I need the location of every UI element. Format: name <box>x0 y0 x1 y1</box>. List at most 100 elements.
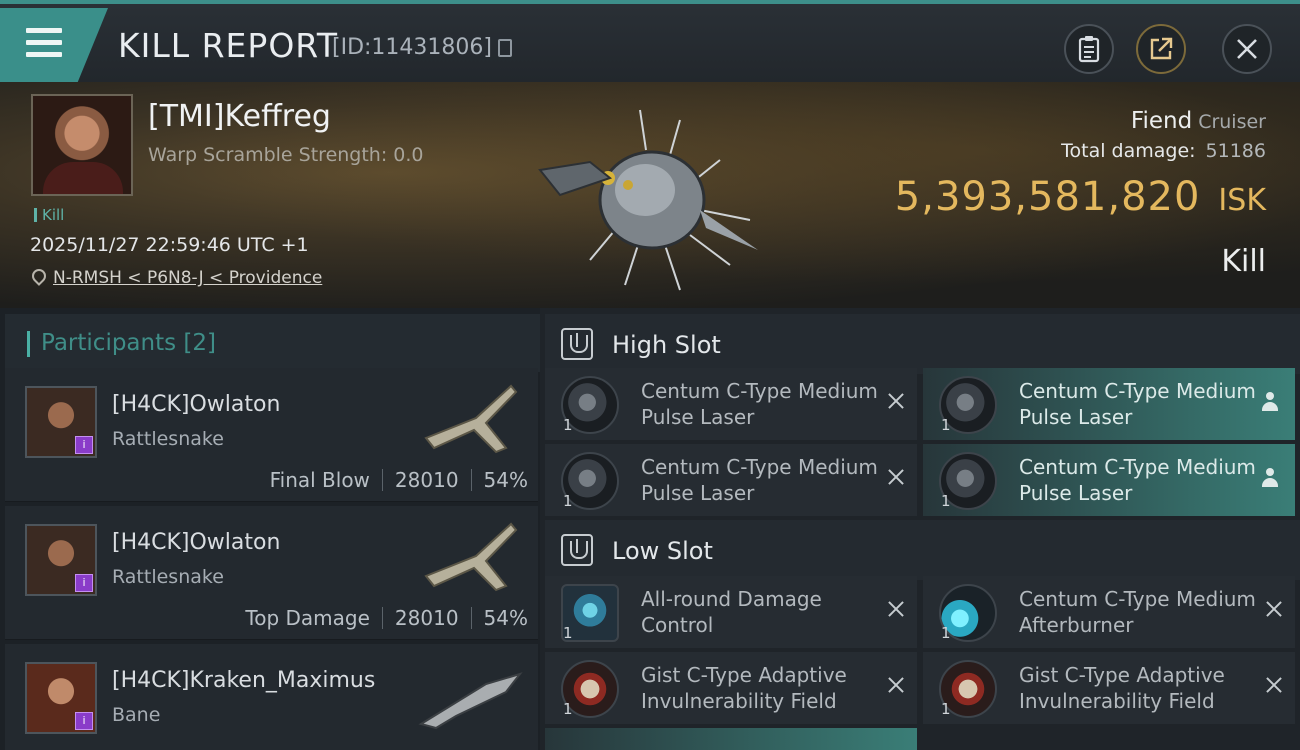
module-item[interactable]: 1 Gist C-Type Adaptive Invulnerability F… <box>923 652 1295 724</box>
module-quantity: 1 <box>563 492 573 510</box>
isk-amount: 5,393,581,820 <box>894 174 1201 220</box>
warp-scramble-strength: Warp Scramble Strength: 0.0 <box>148 144 424 166</box>
notes-button[interactable] <box>1064 24 1114 74</box>
participant-ship-image <box>424 384 518 454</box>
report-id: [ID:11431806] <box>332 35 492 60</box>
module-name: Centum C-Type Medium Pulse Laser <box>641 379 878 429</box>
module-quantity: 1 <box>941 624 951 642</box>
module-item[interactable]: 1 Gist C-Type Adaptive Invulnerability F… <box>545 652 917 724</box>
module-quantity: 1 <box>941 416 951 434</box>
menu-button[interactable] <box>0 8 108 82</box>
participant-role: Top Damage <box>245 606 370 630</box>
module-item[interactable]: 1 Centum C-Type Medium Pulse Laser <box>545 444 917 516</box>
participant-percent: 54% <box>483 468 528 492</box>
participant-ship: Rattlesnake <box>112 428 224 450</box>
total-damage-value: 51186 <box>1205 140 1266 162</box>
victim-name[interactable]: [TMI]Keffreg <box>148 99 331 134</box>
high-slot-header: High Slot <box>545 314 1300 374</box>
low-slot-label: Low Slot <box>612 537 713 565</box>
participant-name: [H4CK]Kraken_Maximus <box>112 668 376 693</box>
victim-ship[interactable]: Fiend Cruiser <box>1131 108 1266 134</box>
destroyed-icon <box>887 468 905 486</box>
victim-banner: [TMI]Keffreg Warp Scramble Strength: 0.0… <box>0 82 1300 308</box>
info-badge-icon: i <box>75 574 93 592</box>
low-slot-icon <box>561 534 593 566</box>
participant-row[interactable]: i [H4CK]Owlaton Rattlesnake Top Damage 28… <box>5 506 538 640</box>
victim-ship-image <box>538 109 758 291</box>
participant-stats: Final Blow 28010 54% <box>270 468 528 492</box>
title-bar: KILL REPORT [ID:11431806] <box>0 0 1300 82</box>
module-name: Centum C-Type Medium Pulse Laser <box>641 455 878 505</box>
ship-name: Fiend <box>1130 108 1193 134</box>
module-name: Centum C-Type Medium Pulse Laser <box>1019 455 1256 505</box>
total-damage-label: Total damage: <box>1061 140 1196 162</box>
participant-row[interactable]: i [H4CK]Owlaton Rattlesnake Final Blow 28… <box>5 368 538 502</box>
participant-name: [H4CK]Owlaton <box>112 392 281 417</box>
high-slot-icon <box>561 328 593 360</box>
module-quantity: 1 <box>563 624 573 642</box>
module-item[interactable]: 1 All-round Damage Control <box>545 576 917 648</box>
location-link[interactable]: N-RMSH < P6N8-J < Providence <box>53 268 322 288</box>
participant-stats: Top Damage 28010 54% <box>245 606 528 630</box>
total-damage: Total damage: 51186 <box>1061 140 1266 162</box>
isk-unit: ISK <box>1218 183 1266 218</box>
participants-panel: Participants [2] i [H4CK]Owlaton Rattles… <box>0 308 540 750</box>
ship-class: Cruiser <box>1198 111 1266 133</box>
module-name: Gist C-Type Adaptive Invulnerability Fie… <box>641 663 847 713</box>
module-item[interactable]: 1 Centum C-Type Medium Pulse Laser <box>545 368 917 440</box>
module-item[interactable]: 1 Centum C-Type Medium Pulse Laser <box>923 368 1295 440</box>
module-item-partial[interactable] <box>545 728 917 750</box>
share-button[interactable] <box>1136 24 1186 74</box>
module-name: Centum C-Type Medium Afterburner <box>1019 587 1256 637</box>
participants-title: Participants [2] <box>41 330 216 356</box>
module-name: All-round Damage Control <box>641 587 822 637</box>
hamburger-icon <box>26 28 62 58</box>
destroyed-icon <box>887 676 905 694</box>
participant-ship: Bane <box>112 704 161 726</box>
module-quantity: 1 <box>563 416 573 434</box>
clipboard-icon <box>1078 36 1100 63</box>
participant-role: Final Blow <box>269 468 370 492</box>
kill-datetime: 2025/11/27 22:59:46 UTC +1 <box>30 234 309 256</box>
close-button[interactable] <box>1222 24 1272 74</box>
result-label: Kill <box>1221 244 1266 279</box>
module-quantity: 1 <box>941 700 951 718</box>
module-name: Centum C-Type Medium Pulse Laser <box>1019 379 1256 429</box>
participant-ship-image <box>424 522 518 592</box>
module-item[interactable]: 1 Centum C-Type Medium Afterburner <box>923 576 1295 648</box>
participants-header: Participants [2] <box>5 314 540 372</box>
kill-tag: Kill <box>34 206 64 224</box>
share-icon <box>1150 37 1173 60</box>
destroyed-icon <box>887 600 905 618</box>
info-badge-icon: i <box>75 712 93 730</box>
dropped-person-icon <box>1261 392 1279 412</box>
page-title: KILL REPORT <box>118 26 338 65</box>
destroyed-icon <box>887 392 905 410</box>
module-name: Gist C-Type Adaptive Invulnerability Fie… <box>1019 663 1225 713</box>
avatar: i <box>25 524 97 596</box>
copy-icon[interactable] <box>498 39 512 57</box>
participant-percent: 54% <box>483 606 528 630</box>
low-slot-header: Low Slot <box>545 520 1300 580</box>
isk-value: 5,393,581,820 ISK <box>895 174 1266 220</box>
module-item[interactable]: 1 Centum C-Type Medium Pulse Laser <box>923 444 1295 516</box>
close-icon <box>1237 39 1257 59</box>
participant-row[interactable]: i [H4CK]Kraken_Maximus Bane <box>5 644 538 750</box>
dropped-person-icon <box>1261 468 1279 488</box>
destroyed-icon <box>1265 676 1283 694</box>
avatar: i <box>25 662 97 734</box>
victim-portrait[interactable] <box>31 94 133 196</box>
participant-name: [H4CK]Owlaton <box>112 530 281 555</box>
location-pin-icon <box>29 266 49 286</box>
participant-ship-image <box>418 672 523 730</box>
fitting-panel: High Slot 1 Centum C-Type Medium Pulse L… <box>540 308 1300 750</box>
avatar: i <box>25 386 97 458</box>
participant-damage: 28010 <box>394 468 459 492</box>
participant-damage: 28010 <box>394 606 459 630</box>
module-quantity: 1 <box>563 700 573 718</box>
module-quantity: 1 <box>941 492 951 510</box>
destroyed-icon <box>1265 600 1283 618</box>
high-slot-label: High Slot <box>612 331 721 359</box>
participant-ship: Rattlesnake <box>112 566 224 588</box>
info-badge-icon: i <box>75 436 93 454</box>
